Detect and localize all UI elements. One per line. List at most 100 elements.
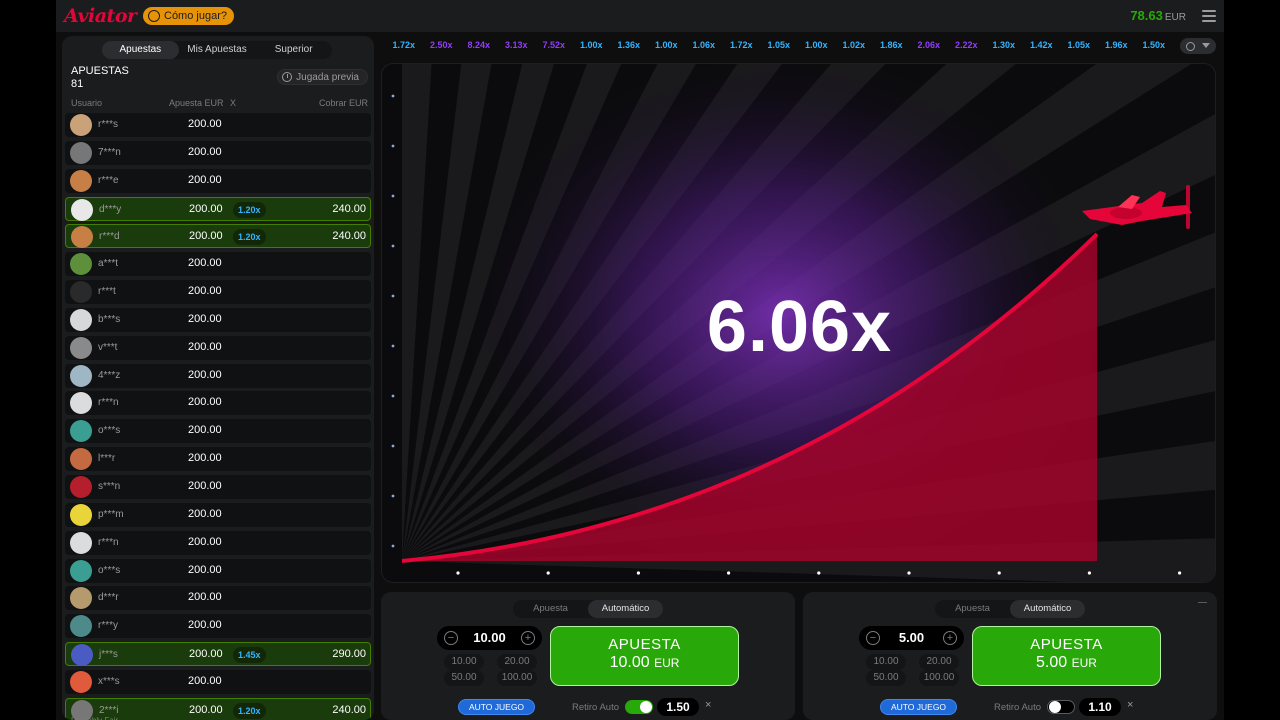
history-multiplier[interactable]: 1.72x xyxy=(723,40,761,54)
bet-amount: 200.00 xyxy=(188,563,222,576)
auto-game-button[interactable]: AUTO JUEGO xyxy=(880,699,957,715)
x-axis-dot xyxy=(997,571,1001,575)
bet-amount: 200.00 xyxy=(188,591,222,604)
avatar xyxy=(70,559,92,582)
history-multiplier[interactable]: 7.52x xyxy=(535,40,573,54)
tab-mis-apuestas[interactable]: Mis Apuestas xyxy=(179,41,256,59)
tab-bet[interactable]: Apuesta xyxy=(935,600,1010,618)
bet-username: j***s xyxy=(99,649,118,661)
history-multiplier[interactable]: 1.06x xyxy=(685,40,723,54)
history-multiplier[interactable]: 1.72x xyxy=(385,40,423,54)
bets-panel: Apuestas Mis Apuestas Superior APUESTAS … xyxy=(62,36,374,720)
auto-cashout-toggle[interactable] xyxy=(625,700,653,714)
quick-stake-button[interactable]: 100.00 xyxy=(919,670,959,686)
history-multiplier[interactable]: 1.05x xyxy=(760,40,798,54)
bets-count-block: APUESTAS 81 xyxy=(71,65,129,91)
place-bet-button[interactable]: APUESTA 5.00 EUR xyxy=(972,626,1161,686)
quick-stake-button[interactable]: 50.00 xyxy=(444,670,484,686)
history-multiplier[interactable]: 1.96x xyxy=(1098,40,1136,54)
y-axis-dot xyxy=(391,544,395,548)
auto-cashout-label: Retiro Auto xyxy=(994,702,1041,713)
bet-username: v***t xyxy=(98,341,118,353)
history-multiplier[interactable]: 2.22x xyxy=(948,40,986,54)
bet-username: l***r xyxy=(98,453,116,465)
bet-username: r***e xyxy=(98,174,119,186)
history-multiplier[interactable]: 1.36x xyxy=(610,40,648,54)
history-multiplier[interactable]: 3.13x xyxy=(498,40,536,54)
auto-game-button[interactable]: AUTO JUEGO xyxy=(458,699,535,715)
auto-cashout-label: Retiro Auto xyxy=(572,702,619,713)
place-bet-button[interactable]: APUESTA 10.00 EUR xyxy=(550,626,739,686)
auto-cashout-toggle[interactable] xyxy=(1047,700,1075,714)
tab-superior[interactable]: Superior xyxy=(255,41,332,59)
quick-stake-button[interactable]: 10.00 xyxy=(444,654,484,670)
avatar xyxy=(70,670,92,693)
quick-stake-button[interactable]: 20.00 xyxy=(919,654,959,670)
bet-amount: 200.00 xyxy=(188,312,222,325)
clear-auto-cashout-button[interactable]: × xyxy=(705,699,711,711)
bet-username: b***s xyxy=(98,313,121,325)
avatar xyxy=(70,281,92,304)
history-multiplier[interactable]: 1.00x xyxy=(573,40,611,54)
clear-auto-cashout-button[interactable]: × xyxy=(1127,699,1133,711)
tab-auto[interactable]: Automático xyxy=(588,600,663,618)
bet-row: 7***n 200.00 xyxy=(65,140,371,165)
history-multiplier[interactable]: 1.00x xyxy=(648,40,686,54)
previous-round-button[interactable]: Jugada previa xyxy=(277,69,368,85)
history-multiplier[interactable]: 2.06x xyxy=(910,40,948,54)
history-multiplier[interactable]: 1.86x xyxy=(873,40,911,54)
auto-cashout-value[interactable]: 1.50 xyxy=(657,698,699,716)
history-multiplier[interactable]: 1.50x xyxy=(1135,40,1173,54)
cashout-amount: 240.00 xyxy=(332,202,366,215)
balance-amount: 78.63 xyxy=(1130,8,1163,23)
bet-username: p***m xyxy=(98,508,124,520)
col-bet: Apuesta EUR xyxy=(169,98,224,108)
bet-panel-2-tabs: Apuesta Automático xyxy=(935,600,1085,618)
bet-panel-1: Apuesta Automático − 10.00 + 10.00 20.00… xyxy=(381,592,795,720)
avatar xyxy=(70,587,92,610)
avatar xyxy=(70,420,92,443)
bet-amount: 200.00 xyxy=(188,396,222,409)
bet-row: o***s 200.00 xyxy=(65,419,371,444)
x-axis-dot xyxy=(727,571,731,575)
history-multiplier[interactable]: 1.05x xyxy=(1060,40,1098,54)
bet-username: d***y xyxy=(99,203,122,215)
quick-stake-button[interactable]: 100.00 xyxy=(497,670,537,686)
history-multiplier[interactable]: 1.30x xyxy=(985,40,1023,54)
quick-stake-button[interactable]: 50.00 xyxy=(866,670,906,686)
toggle-knob xyxy=(640,701,652,713)
quick-stake-button[interactable]: 20.00 xyxy=(497,654,537,670)
top-bar: Aviator Cómo jugar? 78.63 EUR xyxy=(56,0,1224,32)
history-multiplier[interactable]: 1.02x xyxy=(835,40,873,54)
remove-panel-icon[interactable] xyxy=(1198,602,1207,603)
hamburger-menu-icon[interactable] xyxy=(1202,10,1216,22)
game-window: Aviator Cómo jugar? 78.63 EUR Apuestas Mi… xyxy=(56,0,1224,720)
cashout-amount: 240.00 xyxy=(332,703,366,716)
game-canvas: 6.06x xyxy=(381,63,1216,583)
bet-row: r***y 200.00 xyxy=(65,614,371,639)
tab-apuestas[interactable]: Apuestas xyxy=(102,41,179,59)
avatar xyxy=(70,364,92,387)
bet-amount: 200.00 xyxy=(188,424,222,437)
history-multiplier[interactable]: 2.50x xyxy=(423,40,461,54)
history-dropdown-button[interactable] xyxy=(1180,38,1216,54)
tab-auto[interactable]: Automático xyxy=(1010,600,1085,618)
auto-cashout-value[interactable]: 1.10 xyxy=(1079,698,1121,716)
provably-fair-label[interactable]: Provably Fair xyxy=(71,716,118,720)
history-multiplier[interactable]: 1.42x xyxy=(1023,40,1061,54)
history-multiplier[interactable]: 8.24x xyxy=(460,40,498,54)
x-axis-dot xyxy=(1087,571,1091,575)
increase-stake-button[interactable]: + xyxy=(521,631,535,645)
increase-stake-button[interactable]: + xyxy=(943,631,957,645)
quick-stake-button[interactable]: 10.00 xyxy=(866,654,906,670)
history-multiplier[interactable]: 1.00x xyxy=(798,40,836,54)
toggle-knob xyxy=(1049,701,1061,713)
avatar xyxy=(70,531,92,554)
tab-bet[interactable]: Apuesta xyxy=(513,600,588,618)
y-axis-dot xyxy=(391,144,395,148)
how-to-play-button[interactable]: Cómo jugar? xyxy=(143,7,234,25)
bets-tabs: Apuestas Mis Apuestas Superior xyxy=(102,41,332,59)
bet-username: x***s xyxy=(98,675,120,687)
bet-amount: 200.00 xyxy=(188,257,222,270)
bet-username: r***y xyxy=(98,620,119,632)
